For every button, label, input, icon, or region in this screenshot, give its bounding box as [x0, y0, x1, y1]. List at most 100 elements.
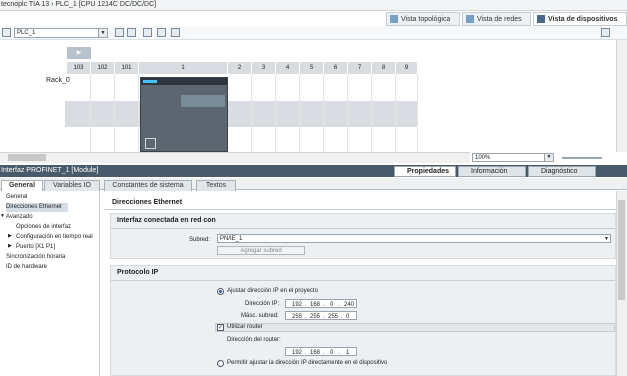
zoom-value: 100% — [475, 155, 491, 161]
rack-slot[interactable] — [324, 74, 348, 154]
subnet-mask-field[interactable]: 255 . 255 . 255 . 0 — [285, 311, 357, 320]
rack-slot[interactable] — [300, 74, 324, 154]
slot-header: 2 — [228, 62, 252, 74]
router-address-field[interactable]: 192 . 168 . 0 . 1 — [285, 347, 357, 356]
scroll-thumb[interactable] — [8, 154, 46, 161]
tab-io-tags[interactable]: Variables IO — [44, 180, 100, 191]
window-icon[interactable] — [601, 28, 610, 37]
network-group-title: Interfaz conectada en red con — [117, 217, 216, 224]
labels-icon[interactable] — [143, 28, 152, 37]
nav-item-port[interactable]: Puerto [X1 P1] — [16, 243, 98, 252]
tab-system-constants[interactable]: Constantes de sistema — [104, 180, 192, 191]
nav-item-time-sync[interactable]: Sincronización horaria — [6, 253, 96, 262]
tab-general[interactable]: General — [1, 180, 43, 191]
ip-address-field[interactable]: 192 . 168 . 0 . 240 — [285, 299, 357, 308]
chevron-down-icon[interactable]: ▼ — [604, 235, 609, 243]
rack-slot[interactable] — [67, 74, 91, 154]
chevron-right-icon[interactable]: ▶ — [8, 243, 12, 249]
chevron-down-icon[interactable]: ▼ — [544, 154, 553, 161]
expand-rack-button[interactable]: ▶ — [67, 47, 91, 59]
divider — [111, 228, 615, 229]
properties-icon[interactable] — [115, 28, 124, 37]
window-title: tecnoplc TIA 13 › PLC_1 [CPU 1214C DC/DC… — [1, 1, 157, 8]
rack-horizontal-scrollbar[interactable] — [0, 152, 470, 163]
nav-item-realtime-config[interactable]: Configuración en tiempo real — [16, 233, 100, 242]
tab-network-view[interactable]: Vista de redes — [462, 12, 531, 26]
octet-dot: . — [323, 314, 325, 320]
slot-header: 101 — [115, 62, 139, 74]
slot-header: 6 — [324, 62, 348, 74]
nav-item-hardware-id[interactable]: ID de hardware — [6, 263, 96, 272]
router-octet: 192 — [292, 350, 303, 356]
router-octet: 0 — [330, 350, 334, 356]
mask-octet: 255 — [292, 314, 303, 320]
tab-topology-view[interactable]: Vista topológica — [386, 12, 460, 26]
ip-group-title: Protocolo IP — [117, 269, 159, 276]
nav-item-ethernet-addresses[interactable]: Direcciones Ethernet — [6, 203, 68, 212]
display-icon[interactable] — [157, 28, 166, 37]
ip-octet: 192 — [292, 302, 303, 308]
rack-slot[interactable] — [115, 74, 139, 154]
section-title: Direcciones Ethernet — [112, 199, 183, 206]
rack-label: Rack_0 — [46, 77, 70, 84]
plc-led-strip — [143, 80, 157, 83]
rack-slot[interactable] — [91, 74, 115, 154]
radio-allow-device-ip[interactable] — [217, 360, 224, 367]
inspector-title: Interfaz PROFINET_1 [Module] — [1, 167, 99, 174]
zoom-slider[interactable] — [562, 157, 602, 159]
device-overview-icon[interactable] — [2, 28, 11, 37]
octet-dot: . — [305, 314, 307, 320]
slot-header: 7 — [348, 62, 372, 74]
slot-header: 8 — [372, 62, 396, 74]
rack-slot[interactable] — [348, 74, 372, 154]
tab-info-label: Información — [471, 168, 508, 175]
radio-set-ip-in-project[interactable] — [217, 288, 224, 295]
subnet-value: PN/IE_1 — [220, 236, 243, 242]
rack-slot[interactable] — [276, 74, 300, 154]
plc-cpu-module[interactable] — [140, 77, 228, 152]
network-icon — [466, 15, 474, 23]
tab-device-label: Vista de dispositivos — [548, 15, 618, 23]
rack-slot[interactable] — [396, 74, 418, 154]
mask-octet: 0 — [346, 314, 350, 320]
tab-properties[interactable]: Propiedades — [394, 166, 456, 177]
device-select[interactable]: PLC_1 ▼ — [14, 28, 108, 38]
slot-header: 102 — [91, 62, 115, 74]
mask-octet: 255 — [328, 314, 339, 320]
use-router-checkbox[interactable]: ✓ — [217, 324, 224, 331]
router-octet: 1 — [346, 350, 350, 356]
tab-device-view[interactable]: Vista de dispositivos — [533, 12, 627, 26]
zoom-icon[interactable] — [171, 28, 180, 37]
rack-slot[interactable] — [228, 74, 252, 154]
zoom-select[interactable]: 100% ▼ — [472, 153, 554, 162]
rack-slot[interactable] — [372, 74, 396, 154]
chevron-down-icon[interactable]: ▼ — [0, 213, 5, 219]
chevron-down-icon[interactable]: ▼ — [98, 29, 107, 37]
tab-info[interactable]: Información — [458, 166, 526, 177]
chevron-right-icon[interactable]: ▶ — [8, 233, 12, 239]
octet-dot: . — [341, 314, 343, 320]
ip-octet: 0 — [330, 302, 334, 308]
ethernet-port-icon[interactable] — [145, 138, 156, 149]
subnet-label: Subred: — [189, 237, 211, 243]
scroll-thumb[interactable] — [618, 200, 625, 300]
nav-item-interface-options[interactable]: Opciones de interfaz — [16, 223, 98, 232]
tab-texts[interactable]: Textos — [196, 180, 236, 191]
octet-dot: . — [305, 350, 307, 356]
allow-device-ip-label: Permitir ajustar la dirección IP directa… — [227, 360, 388, 366]
add-subnet-button[interactable]: Agregar subred — [217, 246, 305, 255]
nav-item-general[interactable]: General — [6, 193, 96, 202]
tab-topology-label: Vista topológica — [401, 15, 451, 23]
nav-item-advanced[interactable]: Avanzado — [6, 213, 96, 222]
ip-address-label: Dirección IP: — [245, 301, 280, 307]
tab-diagnostics[interactable]: Diagnóstico — [528, 166, 596, 177]
rack-slot[interactable] — [252, 74, 276, 154]
slot-header: 3 — [252, 62, 276, 74]
subnet-mask-label: Másc. subred: — [241, 313, 279, 319]
subnet-select[interactable]: PN/IE_1 ▼ — [217, 234, 611, 243]
save-icon[interactable] — [127, 28, 136, 37]
octet-dot: . — [305, 302, 307, 308]
rack-vertical-scrollbar[interactable] — [616, 40, 627, 152]
topology-icon — [390, 15, 398, 23]
ip-protocol-group: Protocolo IP Ajustar dirección IP en el … — [110, 265, 616, 376]
